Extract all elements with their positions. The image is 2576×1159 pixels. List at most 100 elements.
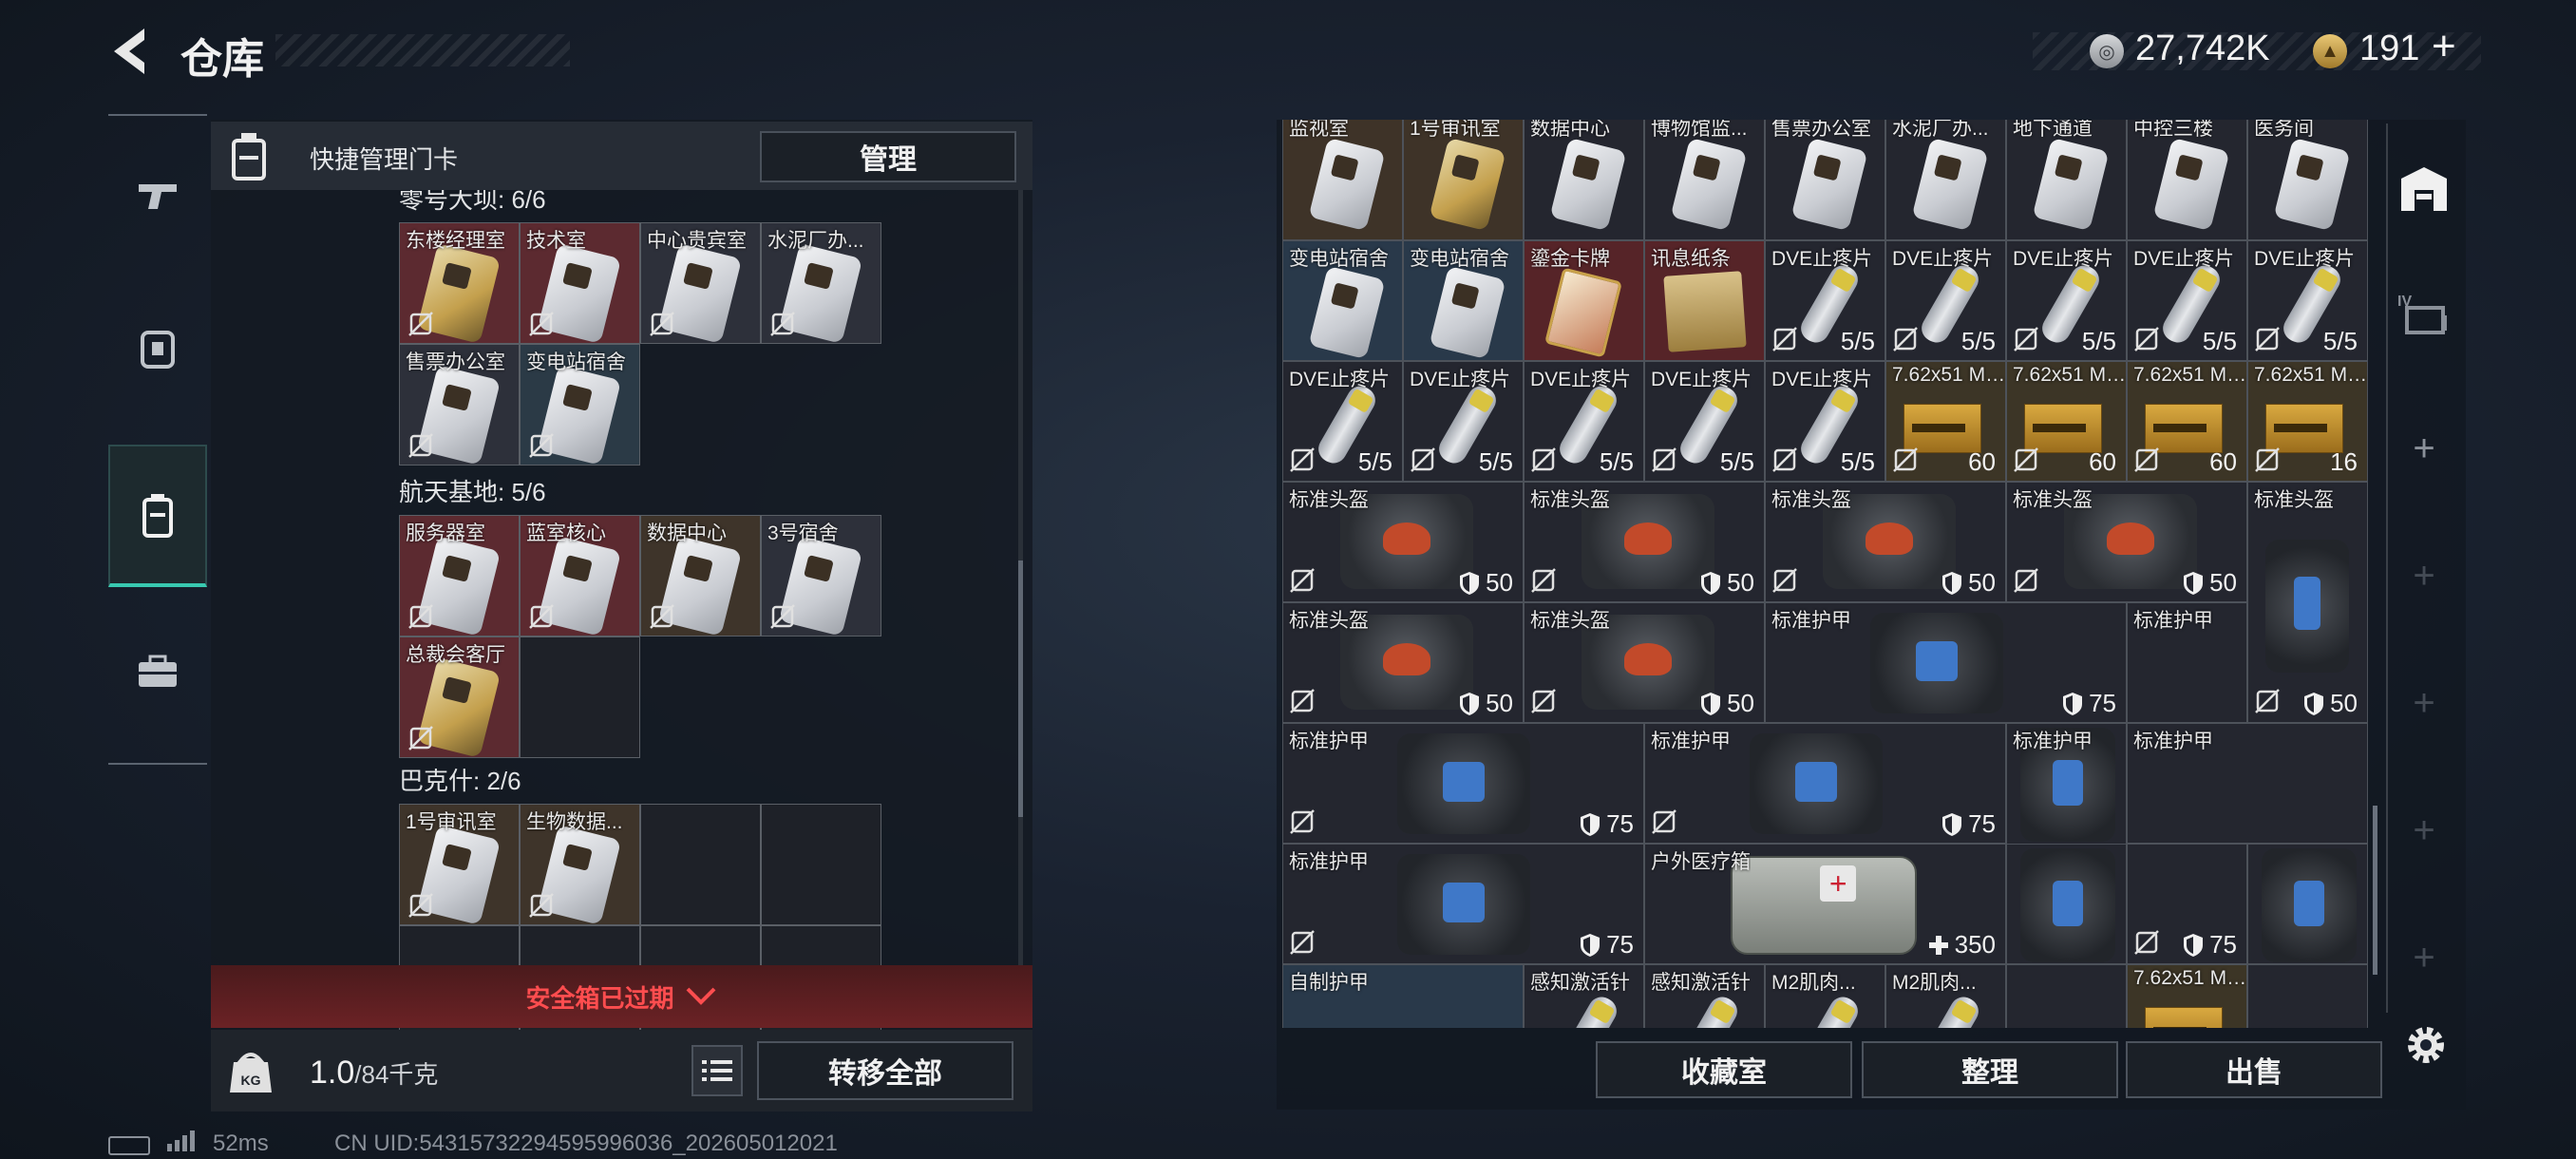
keycard-item[interactable]: 监视室 (1282, 120, 1403, 240)
item[interactable]: 变电站宿舍 (1403, 240, 1524, 361)
armor-vest-item[interactable]: 标准护甲 75 (1282, 844, 1644, 964)
back-arrow-icon[interactable] (106, 25, 152, 78)
scrollbar[interactable] (1018, 560, 1023, 817)
safe-expired-banner[interactable]: 安全箱已过期 (211, 965, 1032, 1028)
helmet-item[interactable]: 标准头盔 50 (2006, 482, 2247, 602)
scrollbar[interactable] (2373, 806, 2377, 975)
syringe-item[interactable]: M2肌肉... (1765, 964, 1885, 1028)
empty-keycard-slot[interactable] (520, 636, 640, 758)
helmet-image (2265, 540, 2349, 673)
armor-tab[interactable] (108, 277, 207, 420)
keycard-slot[interactable]: 售票办公室 (399, 344, 520, 466)
helmet-item[interactable]: 标准头盔 50 (2247, 482, 2368, 723)
warehouse-tab[interactable] (2386, 152, 2462, 228)
painkiller-item[interactable]: DVE止疼片 5/5 (1885, 240, 2006, 361)
item[interactable]: 变电站宿舍 (1282, 240, 1403, 361)
keycard-slot[interactable]: 服务器室 (399, 515, 520, 636)
keycard-item[interactable]: 水泥厂办... (1885, 120, 2006, 240)
keycard-item[interactable]: 售票办公室 (1765, 120, 1885, 240)
item-name: 数据中心 (1530, 120, 1610, 140)
armor-vest-item[interactable]: 标准护甲 (2127, 602, 2247, 723)
painkiller-item[interactable]: DVE止疼片 5/5 (1765, 240, 1885, 361)
keycard-item[interactable]: 中控三楼 (2127, 120, 2247, 240)
no-drop-icon (2254, 326, 2281, 352)
armor-vest-item[interactable]: 标准护甲 75 (1644, 723, 2006, 844)
no-drop-icon (2013, 446, 2039, 473)
armor-vest-item[interactable] (2006, 844, 2127, 964)
empty-keycard-slot[interactable] (761, 804, 881, 925)
case-tab[interactable] (108, 600, 207, 743)
settings-gear-icon[interactable] (2403, 1022, 2449, 1068)
armor-vest-item[interactable]: 标准护甲 75 (1282, 723, 1644, 844)
list-view-button[interactable] (691, 1045, 743, 1096)
ammo-item[interactable]: 7.62x51 M80 (2127, 964, 2247, 1028)
painkiller-item[interactable]: DVE止疼片 5/5 (1524, 361, 1644, 482)
keycard-slot[interactable]: 东楼经理室 (399, 222, 520, 344)
transfer-all-button[interactable]: 转移全部 (757, 1041, 1013, 1100)
armor-vest-item[interactable]: 75 (2127, 844, 2247, 964)
armor-vest-item[interactable] (2247, 844, 2368, 964)
syringe-item[interactable]: M2肌肉... (1885, 964, 2006, 1028)
keycard-slot[interactable]: 1号审讯室 (399, 804, 520, 925)
helmet-item[interactable]: 标准头盔 50 (1524, 482, 1765, 602)
count-value: 75 (2209, 930, 2237, 959)
manage-button[interactable]: 管理 (760, 131, 1016, 182)
keycard-slot[interactable]: 中心贵宾室 (640, 222, 761, 344)
collection-button[interactable]: 收藏室 (1596, 1041, 1852, 1098)
keycard-item[interactable]: 1号审讯室 (1403, 120, 1524, 240)
item[interactable]: 讯息纸条 (1644, 240, 1765, 361)
empty-slot[interactable] (2247, 964, 2368, 1028)
keycard-name: 水泥厂办... (767, 230, 864, 252)
item-name: 鎏金卡牌 (1530, 248, 1610, 270)
item-count: 5/5 (1358, 447, 1392, 477)
ammo-item[interactable]: 7.62x51 M80 60 (1885, 361, 2006, 482)
keycard-slot[interactable]: 生物数据... (520, 804, 640, 925)
helmet-item[interactable]: 标准头盔 50 (1282, 482, 1524, 602)
keycard-slot[interactable]: 蓝室核心 (520, 515, 640, 636)
helmet-item[interactable]: 标准头盔 50 (1765, 482, 2006, 602)
keycard-item[interactable]: 地下通道 (2006, 120, 2127, 240)
keycard-tab[interactable] (108, 445, 207, 587)
empty-slot[interactable] (2006, 964, 2127, 1028)
painkiller-item[interactable]: DVE止疼片 5/5 (1765, 361, 1885, 482)
add-currency-button[interactable]: + (2432, 23, 2456, 70)
helmet-item[interactable]: 标准头盔 50 (1282, 602, 1524, 723)
self-made-armor-item[interactable]: 自制护甲 (1282, 964, 1524, 1028)
ammo-item[interactable]: 7.62x51 M80 60 (2006, 361, 2127, 482)
sell-button[interactable]: 出售 (2126, 1041, 2382, 1098)
syringe-item[interactable]: 感知激活针 (1644, 964, 1765, 1028)
medkit-item[interactable]: 户外医疗箱 350 (1644, 844, 2006, 964)
keycard-slot[interactable]: 水泥厂办... (761, 222, 881, 344)
syringe-item[interactable]: 感知激活针 (1524, 964, 1644, 1028)
armor-vest-item[interactable]: 标准护甲 (2127, 723, 2368, 844)
painkiller-item[interactable]: DVE止疼片 5/5 (1403, 361, 1524, 482)
painkiller-item[interactable]: DVE止疼片 5/5 (2247, 240, 2368, 361)
keycard-slot[interactable]: 数据中心 (640, 515, 761, 636)
armor-vest-item[interactable]: 标准护甲 75 (1765, 602, 2127, 723)
add-storage-tab[interactable]: + (2386, 410, 2462, 486)
storage-tab-iv[interactable]: IV (2386, 276, 2462, 352)
empty-keycard-slot[interactable] (640, 804, 761, 925)
ammo-item[interactable]: 7.62x51 M80 60 (2127, 361, 2247, 482)
keycard-item[interactable]: 医务间 (2247, 120, 2368, 240)
keycard-slot[interactable]: 技术室 (520, 222, 640, 344)
painkiller-item[interactable]: DVE止疼片 5/5 (1282, 361, 1403, 482)
keycard-item[interactable]: 博物馆监... (1644, 120, 1765, 240)
count-value: 75 (1606, 809, 1634, 838)
item[interactable]: 鎏金卡牌 (1524, 240, 1644, 361)
painkiller-item[interactable]: DVE止疼片 5/5 (2127, 240, 2247, 361)
ammo-item[interactable]: 7.62x51 M80 16 (2247, 361, 2368, 482)
keycard-slot[interactable]: 3号宿舍 (761, 515, 881, 636)
count-value: 5/5 (1840, 327, 1875, 355)
keycard-slot[interactable]: 总裁会客厅 (399, 636, 520, 758)
sort-button[interactable]: 整理 (1862, 1041, 2118, 1098)
weapon-tab[interactable] (108, 125, 207, 268)
count-value: 50 (2209, 568, 2237, 597)
item-name: 标准护甲 (1289, 851, 1369, 873)
keycard-item[interactable]: 数据中心 (1524, 120, 1644, 240)
helmet-item[interactable]: 标准头盔 50 (1524, 602, 1765, 723)
painkiller-item[interactable]: DVE止疼片 5/5 (2006, 240, 2127, 361)
painkiller-item[interactable]: DVE止疼片 5/5 (1644, 361, 1765, 482)
plus-icon: + (2413, 808, 2435, 851)
keycard-slot[interactable]: 变电站宿舍 (520, 344, 640, 466)
